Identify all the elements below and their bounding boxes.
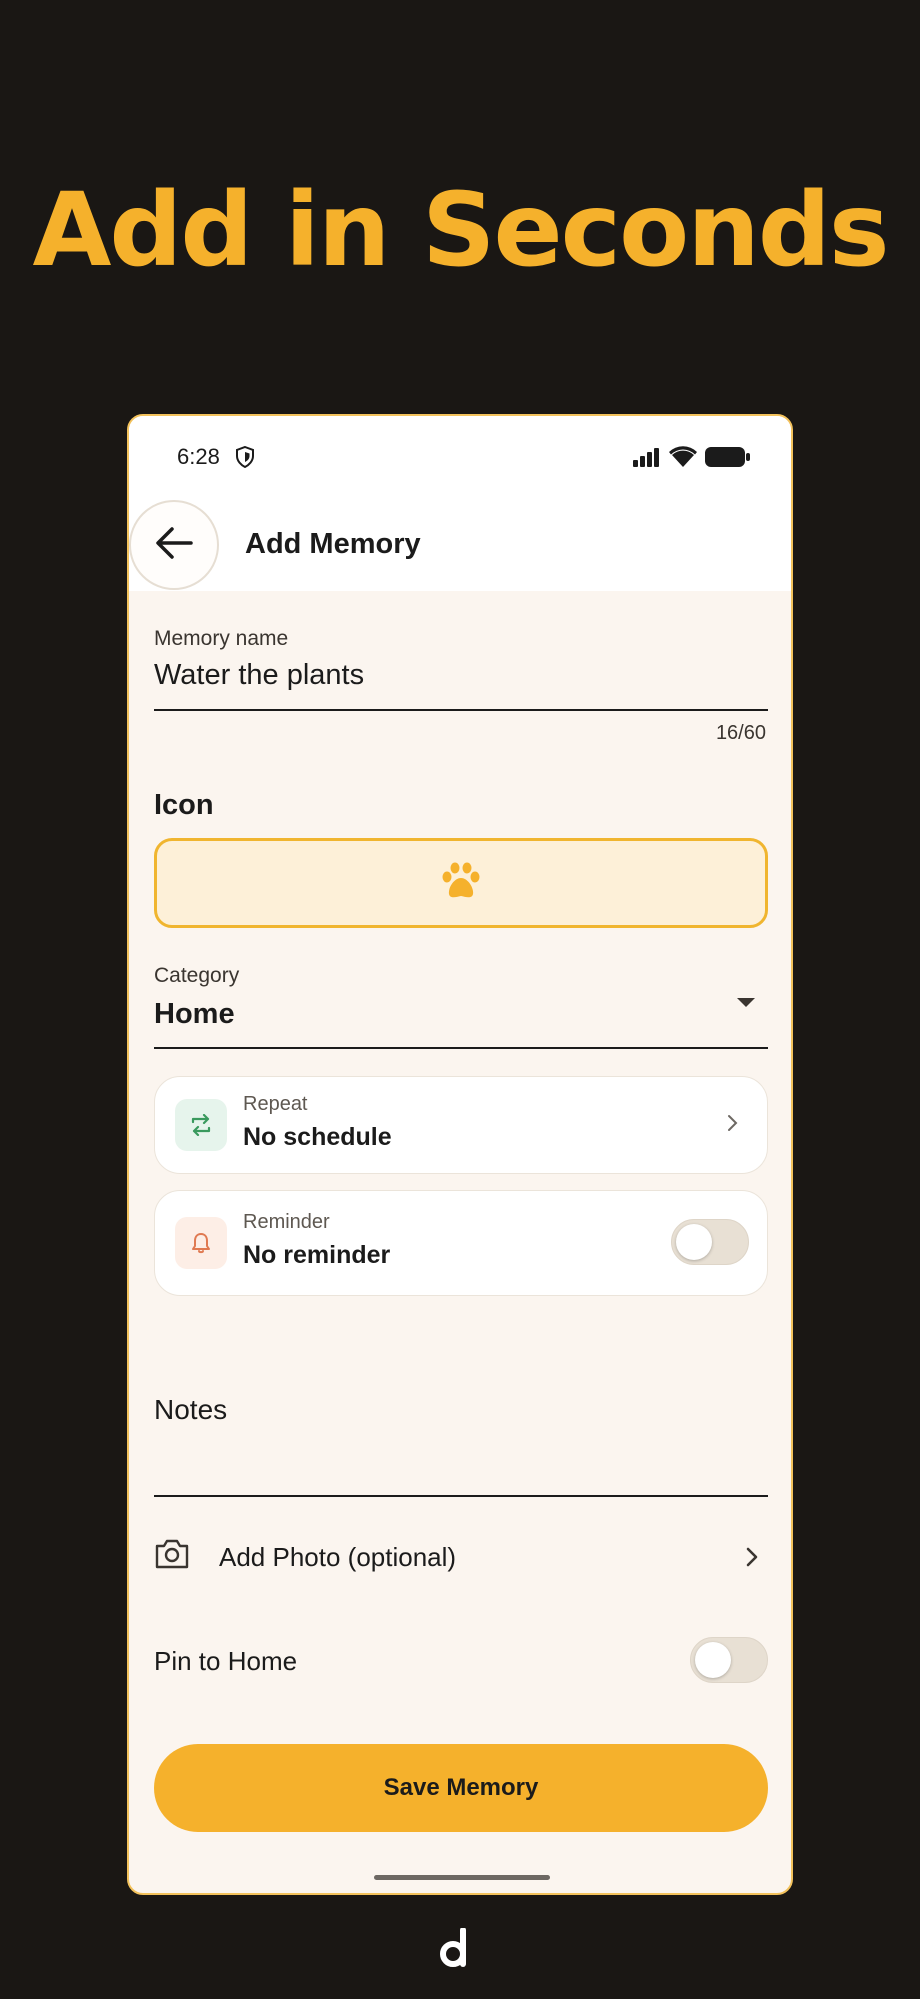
notes-underline bbox=[154, 1495, 768, 1497]
toggle-knob bbox=[695, 1642, 731, 1678]
add-photo-label: Add Photo (optional) bbox=[219, 1542, 457, 1572]
camera-icon bbox=[154, 1538, 190, 1575]
reminder-toggle[interactable] bbox=[671, 1219, 749, 1265]
add-photo-row[interactable]: Add Photo (optional) bbox=[129, 1521, 791, 1591]
pin-to-home-label: Pin to Home bbox=[154, 1646, 298, 1676]
category-select[interactable]: Home bbox=[154, 998, 235, 1031]
app-bar-background bbox=[129, 416, 791, 591]
memory-name-underline bbox=[154, 709, 768, 711]
character-counter: 16/60 bbox=[715, 722, 766, 744]
category-label: Category bbox=[154, 964, 240, 987]
status-time: 6:28 bbox=[177, 444, 220, 469]
paw-icon bbox=[441, 862, 481, 905]
back-button[interactable] bbox=[129, 500, 219, 590]
save-memory-button[interactable]: Save Memory bbox=[154, 1744, 768, 1832]
shield-icon bbox=[235, 445, 255, 473]
repeat-label: Repeat bbox=[243, 1093, 308, 1115]
bell-icon bbox=[175, 1217, 227, 1269]
toggle-knob bbox=[676, 1224, 712, 1260]
memory-name-label: Memory name bbox=[154, 627, 289, 650]
icon-picker[interactable] bbox=[154, 838, 768, 928]
pin-to-home-toggle[interactable] bbox=[690, 1637, 768, 1683]
memory-name-input[interactable]: Water the plants bbox=[154, 659, 364, 692]
home-indicator bbox=[374, 1875, 550, 1880]
phone-screen: 6:28 Add Memory Memory name Water the pl… bbox=[127, 414, 793, 1895]
repeat-icon bbox=[175, 1099, 227, 1151]
status-icons bbox=[633, 446, 751, 473]
brand-logo bbox=[440, 1927, 474, 1973]
headline: Add in Seconds bbox=[32, 171, 889, 290]
notes-input[interactable]: Notes bbox=[154, 1394, 227, 1426]
reminder-value: No reminder bbox=[243, 1241, 391, 1269]
icon-section-title: Icon bbox=[154, 789, 214, 821]
battery-icon bbox=[705, 446, 751, 473]
signal-icon bbox=[633, 447, 661, 472]
category-underline bbox=[154, 1047, 768, 1049]
chevron-right-icon bbox=[727, 1113, 739, 1138]
repeat-card[interactable]: Repeat No schedule bbox=[154, 1076, 768, 1174]
reminder-card[interactable]: Reminder No reminder bbox=[154, 1190, 768, 1296]
wifi-icon bbox=[669, 446, 697, 473]
reminder-label: Reminder bbox=[243, 1211, 330, 1233]
repeat-value: No schedule bbox=[243, 1123, 392, 1151]
arrow-left-icon bbox=[155, 526, 193, 565]
chevron-right-icon bbox=[745, 1546, 759, 1573]
caret-down-icon[interactable] bbox=[737, 998, 755, 1007]
page-title: Add Memory bbox=[245, 528, 421, 560]
